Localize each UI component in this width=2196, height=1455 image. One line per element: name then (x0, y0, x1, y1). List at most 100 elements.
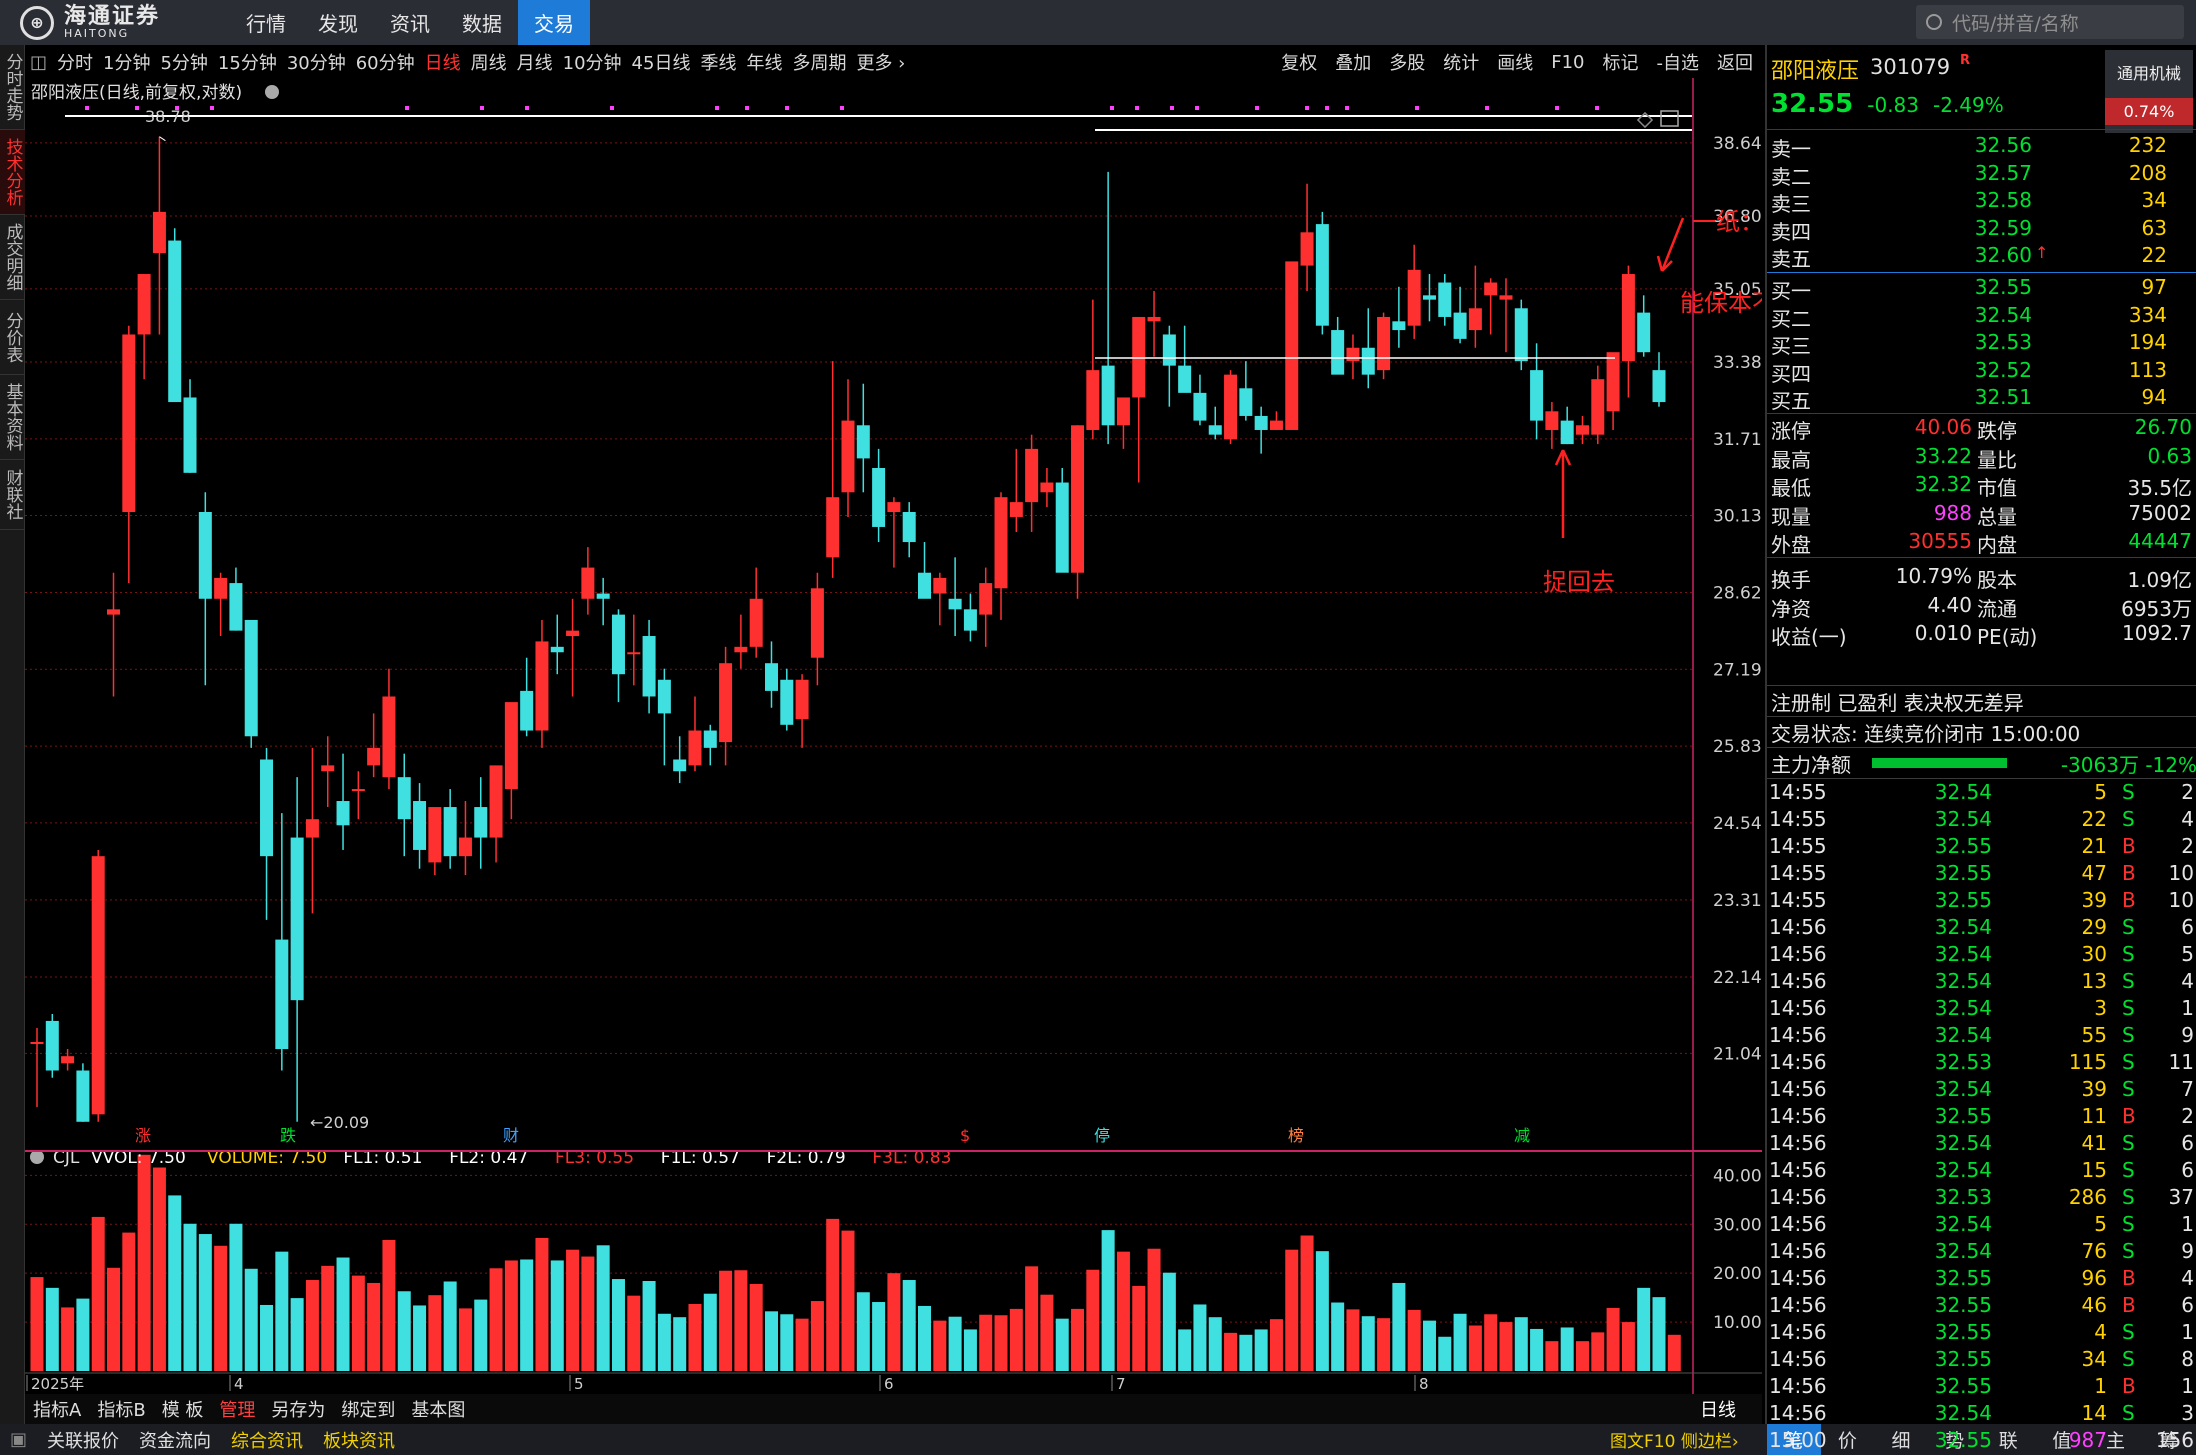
tab-basic-chart[interactable]: 基本图 (403, 1396, 473, 1422)
tab-basic-info[interactable]: 基本资料 (0, 375, 25, 460)
period-yearly[interactable]: 年线 (741, 49, 787, 75)
bottom-menu-icon[interactable]: ▣ (0, 1429, 37, 1450)
ask-row[interactable]: 卖四 32.59 63 (1767, 216, 2196, 244)
tab-template[interactable]: 模 板 (154, 1396, 212, 1422)
f10-button[interactable]: F10 (1542, 52, 1593, 73)
event-marker[interactable]: $ (960, 1126, 970, 1145)
event-dot (715, 106, 719, 110)
stat-value: 0.63 (2147, 443, 2192, 468)
period-60min[interactable]: 60分钟 (351, 49, 420, 75)
volume-bar (397, 1291, 411, 1371)
collapse-indicator-icon[interactable] (30, 1150, 44, 1164)
period-10min[interactable]: 10分钟 (558, 49, 627, 75)
tab-manage[interactable]: 管理 (211, 1396, 263, 1422)
volume-bar (1484, 1314, 1498, 1371)
orderbook-bottom-divider (1767, 413, 2196, 414)
period-monthly[interactable]: 月线 (512, 49, 558, 75)
bottom-related-quote[interactable]: 关联报价 (37, 1427, 129, 1453)
back-button[interactable]: 返回 (1708, 49, 1762, 75)
chart-expand-icon[interactable] (1660, 110, 1679, 127)
bottom-fund-flow[interactable]: 资金流向 (129, 1427, 221, 1453)
tick-price: 32.54 (1934, 1077, 1992, 1101)
tab-trade-detail[interactable]: 成交明细 (0, 215, 25, 300)
mark-button[interactable]: 标记 (1594, 49, 1648, 75)
candle-body (76, 1070, 90, 1122)
tick-price: 32.55 (1934, 861, 1992, 885)
search-placeholder: 代码/拼音/名称 (1952, 12, 2079, 35)
candle-body (321, 765, 335, 772)
tick-count: 2 (2181, 1104, 2194, 1128)
tick-volume: 987 (2068, 1428, 2107, 1452)
volume-bar (627, 1295, 641, 1371)
candle (1193, 374, 1207, 426)
tab-technical-analysis[interactable]: 技术分析 (0, 130, 25, 215)
tab-price-table[interactable]: 分价表 (0, 300, 25, 375)
ask-row[interactable]: 卖三 32.58 34 (1767, 188, 2196, 216)
candlestick-chart[interactable]: 邵阳液压(日线,前复权,对数) 38.6436.8035.0533.3831.7… (25, 78, 1812, 1394)
bid-row[interactable]: 买三 32.53 194 (1767, 330, 2196, 358)
bid-row[interactable]: 买一 32.55 97 (1767, 275, 2196, 303)
nav-news[interactable]: 资讯 (374, 0, 446, 45)
volume-bar (137, 1154, 151, 1371)
event-marker[interactable]: 涨 (135, 1126, 151, 1145)
high-price-label: 38.78 (145, 107, 191, 126)
period-5min[interactable]: 5分钟 (155, 49, 212, 75)
nav-trade[interactable]: 交易 (518, 0, 590, 45)
tab-cailianshe[interactable]: 财联社 (0, 460, 25, 530)
period-daily[interactable]: 日线 (420, 49, 466, 75)
period-1min[interactable]: 1分钟 (98, 49, 155, 75)
event-marker[interactable]: 榜 (1288, 1126, 1304, 1145)
tab-indicator-b[interactable]: 指标B (89, 1396, 153, 1422)
toolbar-toggle-icon[interactable]: ◫ (25, 52, 52, 73)
ask-row[interactable]: 卖五 32.60 22 ↑ (1767, 243, 2196, 271)
volume-bar (1239, 1334, 1253, 1371)
period-quarterly[interactable]: 季线 (695, 49, 741, 75)
nav-market[interactable]: 行情 (230, 0, 302, 45)
period-30min[interactable]: 30分钟 (282, 49, 351, 75)
period-intraday[interactable]: 分时 (52, 49, 98, 75)
nav-data[interactable]: 数据 (446, 0, 518, 45)
multi-stock-button[interactable]: 多股 (1380, 49, 1434, 75)
draw-line-button[interactable]: 画线 (1488, 49, 1542, 75)
period-45day[interactable]: 45日线 (627, 49, 696, 75)
tab-bind-to[interactable]: 绑定到 (333, 1396, 403, 1422)
tick-time: 14:56 (1769, 1239, 1827, 1263)
tab-save-as[interactable]: 另存为 (263, 1396, 333, 1422)
event-marker[interactable]: 财 (503, 1126, 519, 1145)
stat-label: 总量 (1977, 504, 2017, 529)
industry-box[interactable]: 通用机械 0.74% (2105, 50, 2193, 133)
period-15min[interactable]: 15分钟 (213, 49, 282, 75)
period-multi[interactable]: 多周期 (787, 49, 851, 75)
remove-watchlist-button[interactable]: -自选 (1648, 49, 1709, 75)
tab-intraday[interactable]: 分时走势 (0, 45, 25, 130)
period-more[interactable]: 更多 › (851, 49, 910, 75)
tab-indicator-a[interactable]: 指标A (25, 1396, 89, 1422)
bottom-f10-sidebar[interactable]: 图文F10 侧边栏› (1610, 1424, 1739, 1455)
main-flow-bar (1872, 758, 2007, 768)
bottom-sector-news[interactable]: 板块资讯 (313, 1427, 405, 1453)
statistics-button[interactable]: 统计 (1434, 49, 1488, 75)
bid-row[interactable]: 买五 32.51 94 (1767, 385, 2196, 413)
tick-price: 32.54 (1934, 915, 1992, 939)
restore-rights-button[interactable]: 复权 (1272, 49, 1326, 75)
volume-bar (902, 1280, 916, 1371)
period-weekly[interactable]: 周线 (466, 49, 512, 75)
bottom-general-news[interactable]: 综合资讯 (221, 1427, 313, 1453)
bid-row[interactable]: 买四 32.52 113 (1767, 358, 2196, 386)
period-side-label[interactable]: 日线 (1700, 1396, 1736, 1422)
ask-row[interactable]: 卖一 32.56 232 (1767, 133, 2196, 161)
volume-bar (657, 1313, 671, 1371)
volume-bar (703, 1293, 717, 1371)
ask-row[interactable]: 卖二 32.57 208 (1767, 161, 2196, 189)
candle-body (336, 801, 350, 826)
chart-title-dropdown-icon[interactable] (265, 85, 279, 99)
event-marker[interactable]: 减 (1514, 1126, 1530, 1145)
search-input[interactable]: 代码/拼音/名称 (1916, 5, 2184, 39)
event-marker[interactable]: 跌 (280, 1126, 296, 1145)
nav-discover[interactable]: 发现 (302, 0, 374, 45)
tick-volume: 1 (2094, 1374, 2107, 1398)
bid-row[interactable]: 买二 32.54 334 (1767, 303, 2196, 331)
event-marker[interactable]: 停 (1094, 1126, 1110, 1145)
overlay-button[interactable]: 叠加 (1326, 49, 1380, 75)
chart-area[interactable]: 邵阳液压(日线,前复权,对数) 38.64 36.80 35.05 33.38 31.7… (25, 78, 1812, 1399)
